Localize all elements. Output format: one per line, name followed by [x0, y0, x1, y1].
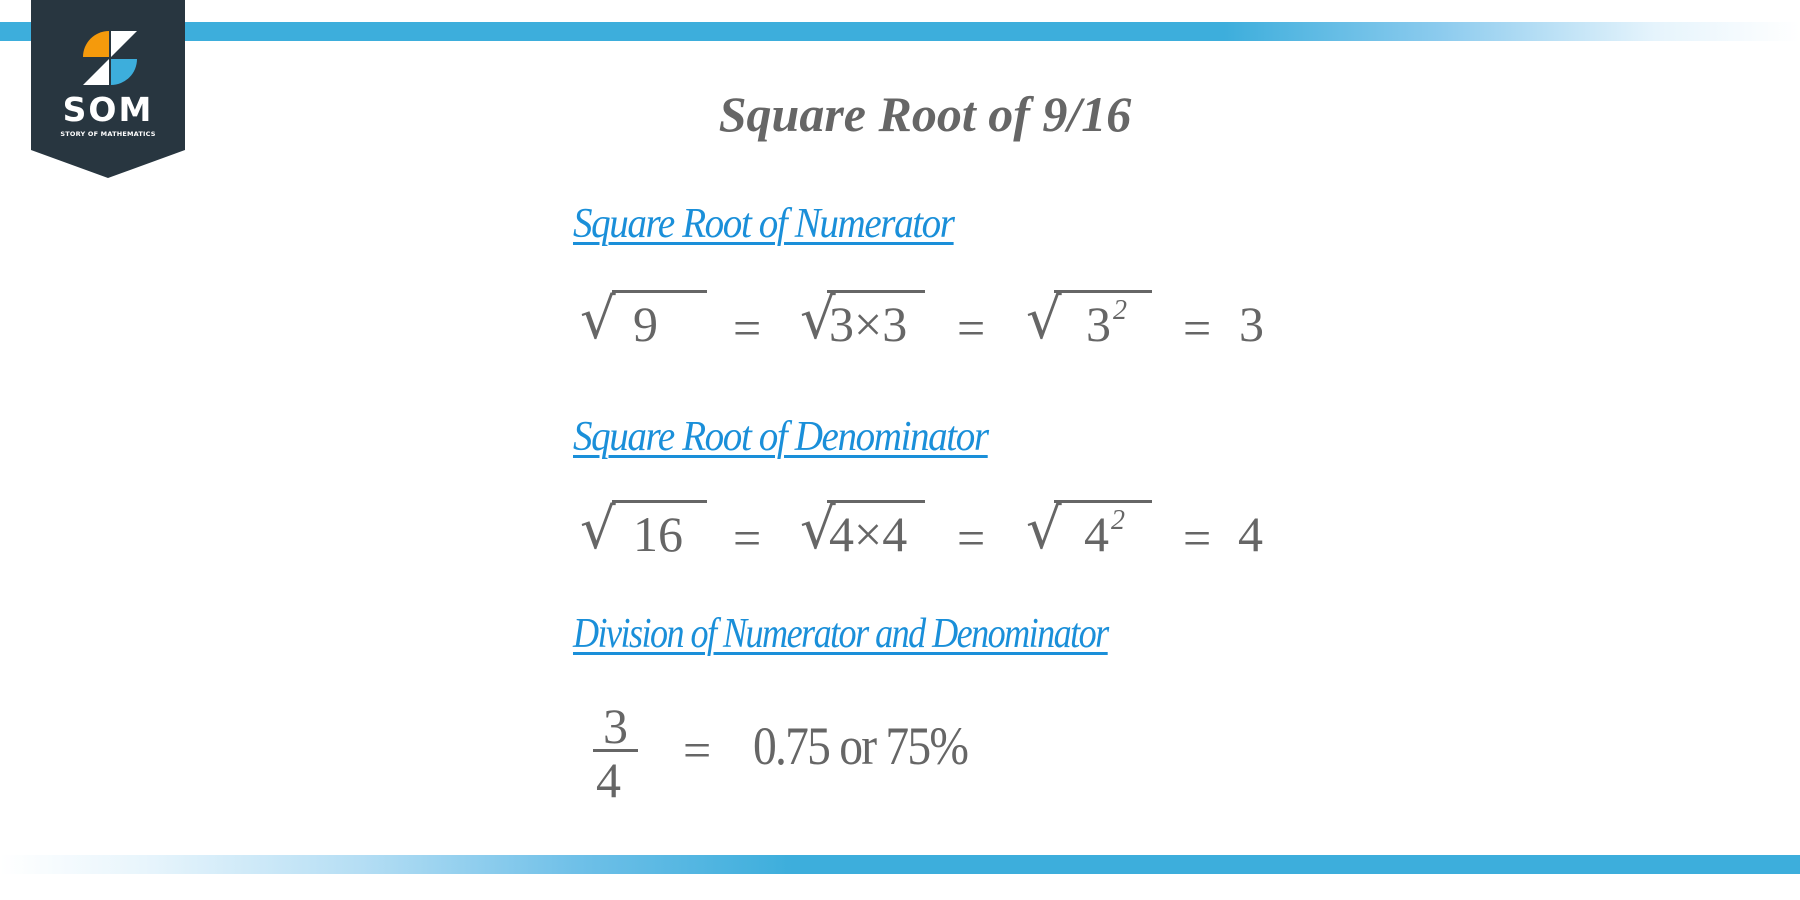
radical-overline [1054, 500, 1152, 503]
radical-icon: √ [1026, 497, 1062, 562]
som-logo-badge[interactable]: SOM STORY OF MATHEMATICS [31, 0, 185, 178]
top-accent-bar [0, 22, 1800, 41]
radical-overline [1054, 290, 1152, 293]
result-value: 3 [1239, 296, 1264, 352]
heading-division: Division of Numerator and Denominator [573, 611, 1109, 657]
power-expression: 42 [1084, 505, 1125, 571]
equals-sign: = [957, 510, 986, 566]
radicand: 9 [633, 296, 658, 352]
fraction-denominator: 4 [596, 752, 621, 808]
power-exponent: 2 [1113, 295, 1127, 326]
logo-tagline: STORY OF MATHEMATICS [60, 130, 156, 138]
result-value: 0.75 or 75% [753, 716, 969, 776]
radical-overline [827, 290, 925, 293]
result-value: 4 [1238, 506, 1263, 562]
radical-icon: √ [580, 287, 616, 352]
logo-name: SOM [62, 90, 154, 129]
radicand: 16 [633, 506, 683, 562]
bottom-accent-bar [0, 855, 1800, 874]
radical-icon: √ [1026, 287, 1062, 352]
radicand: 3×3 [829, 296, 908, 352]
page-title: Square Root of 9/16 [718, 86, 1132, 142]
fraction-numerator: 3 [603, 698, 628, 754]
equals-sign: = [957, 300, 986, 356]
equals-sign: = [683, 722, 712, 778]
power-expression: 32 [1086, 295, 1127, 361]
radical-overline [612, 290, 707, 293]
power-exponent: 2 [1111, 505, 1125, 536]
equals-sign: = [1183, 510, 1212, 566]
radical-overline [612, 500, 707, 503]
heading-numerator: Square Root of Numerator [573, 201, 955, 247]
equals-sign: = [733, 300, 762, 356]
radicand: 4×4 [829, 506, 908, 562]
equals-sign: = [1183, 300, 1212, 356]
som-logo-icon [83, 31, 137, 85]
power-base: 4 [1084, 506, 1109, 562]
radical-overline [827, 500, 925, 503]
radical-icon: √ [580, 497, 616, 562]
power-base: 3 [1086, 296, 1111, 352]
heading-denominator: Square Root of Denominator [573, 414, 989, 460]
equals-sign: = [733, 510, 762, 566]
